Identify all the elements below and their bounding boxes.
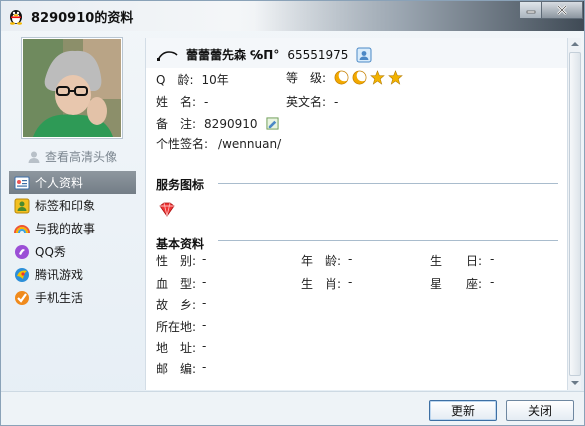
blood-type-value: -	[202, 275, 207, 289]
qq-number: 65551975	[287, 47, 349, 62]
vertical-scrollbar[interactable]	[567, 38, 581, 390]
section-divider	[218, 183, 558, 184]
qq-penguin-icon	[10, 10, 22, 25]
profile-card-icon	[14, 176, 30, 189]
basic-section-title: 基本资料	[156, 237, 205, 251]
sidebar-nav: 个人资料 标签和印象 与我的故事 QQ秀 腾讯游戏 手机生活	[9, 171, 136, 309]
edit-remark-icon[interactable]	[265, 117, 279, 130]
address-label: 地 址:	[156, 341, 197, 355]
hometown-label: 故 乡:	[156, 298, 197, 312]
contact-card-icon[interactable]	[356, 47, 372, 63]
scroll-up-button[interactable]	[568, 38, 582, 50]
english-name-label: 英文名:	[286, 95, 327, 109]
level-icons[interactable]	[334, 70, 403, 85]
scrollbar-thumb[interactable]	[569, 52, 581, 376]
qage-value: 10年	[201, 73, 229, 87]
name-label: 姓 名:	[156, 95, 197, 109]
scroll-down-button[interactable]	[568, 377, 582, 389]
section-divider	[218, 240, 558, 241]
avatar-frame[interactable]	[21, 37, 123, 139]
postcode-value: -	[202, 360, 207, 374]
sidebar-item-label: 标签和印象	[35, 199, 96, 213]
birthday-label: 生 日:	[430, 254, 483, 268]
signal-arc-icon	[157, 50, 178, 61]
sidebar-item-games[interactable]: 腾讯游戏	[9, 263, 136, 286]
sidebar-item-label: QQ秀	[35, 245, 66, 259]
footer-bar: 更新 关闭	[1, 391, 584, 425]
avatar-photo	[23, 39, 121, 137]
sidebar-item-mobile[interactable]: 手机生活	[9, 286, 136, 309]
blood-type-label: 血 型:	[156, 277, 197, 291]
sidebar-item-label: 个人资料	[35, 176, 84, 190]
view-hd-avatar-link[interactable]: 查看高清头像	[27, 148, 117, 165]
profile-window: 8290910的资料 查看高清头像 个人资料 标签和印象 与我的故事 QQ秀 腾…	[0, 0, 585, 426]
signature-row: 个性签名: /wennuan/	[156, 135, 281, 152]
english-name-value: -	[334, 95, 339, 109]
close-button[interactable]: 关闭	[506, 400, 574, 421]
signature-label: 个性签名:	[156, 137, 209, 151]
minimize-icon	[526, 10, 535, 14]
location-label: 所在地:	[156, 320, 197, 334]
location-value: -	[202, 318, 207, 332]
hometown-value: -	[202, 296, 207, 310]
name-value: -	[204, 95, 209, 109]
games-icon	[15, 267, 29, 282]
address-value: -	[202, 339, 207, 353]
star-level-icon	[388, 70, 403, 85]
tag-icon	[14, 198, 30, 213]
level-row: 等 级:	[286, 69, 403, 86]
constellation-label: 星 座:	[430, 277, 483, 291]
nickname-row: 蕾蕾蕾先森 ℅Π° 65551975	[156, 46, 372, 63]
english-name-row: 英文名: -	[286, 93, 338, 110]
service-diamond-icon[interactable]	[158, 202, 176, 217]
age-value: -	[348, 252, 353, 266]
sidebar-item-tags[interactable]: 标签和印象	[9, 194, 136, 217]
name-row: 姓 名: -	[156, 93, 208, 110]
sidebar-item-stories[interactable]: 与我的故事	[9, 217, 136, 240]
remark-label: 备 注:	[156, 117, 197, 131]
gender-label: 性 别:	[156, 254, 197, 268]
person-icon	[28, 151, 40, 163]
age-label: 年 龄:	[301, 254, 342, 268]
zodiac-value: -	[348, 275, 353, 289]
sidebar-item-label: 与我的故事	[35, 222, 96, 236]
level-label: 等 级:	[286, 71, 327, 85]
sidebar-item-profile[interactable]: 个人资料	[9, 171, 136, 194]
moon-level-icon	[352, 70, 368, 85]
title-bar[interactable]: 8290910的资料	[1, 1, 584, 31]
sidebar-item-label: 手机生活	[35, 291, 84, 305]
signature-value: /wennuan/	[218, 137, 282, 151]
sidebar-item-label: 腾讯游戏	[35, 268, 84, 282]
view-hd-avatar-label: 查看高清头像	[45, 150, 118, 164]
qage-label: Q 龄:	[156, 73, 194, 87]
constellation-value: -	[490, 275, 495, 289]
refresh-button[interactable]: 更新	[429, 400, 497, 421]
nickname: 蕾蕾蕾先森 ℅Π°	[186, 48, 280, 62]
mobile-check-icon	[15, 290, 29, 305]
window-title: 8290910的资料	[31, 11, 134, 26]
qage-row: Q 龄: 10年	[156, 71, 229, 88]
minimize-button[interactable]	[519, 1, 541, 19]
chevron-up-icon	[571, 42, 579, 46]
zodiac-label: 生 肖:	[301, 277, 342, 291]
close-icon	[557, 5, 567, 15]
rainbow-icon	[14, 224, 30, 233]
postcode-label: 邮 编:	[156, 362, 197, 376]
chevron-down-icon	[571, 381, 579, 385]
moon-level-icon	[334, 70, 350, 85]
birthday-value: -	[490, 252, 495, 266]
service-section-title: 服务图标	[156, 178, 205, 192]
remark-value: 8290910	[204, 116, 258, 131]
remark-row: 备 注: 8290910	[156, 115, 279, 132]
profile-main-panel: 蕾蕾蕾先森 ℅Π° 65551975 Q 龄:10年 等 级: 姓 名:-	[145, 38, 570, 390]
window-close-button[interactable]	[541, 1, 583, 19]
avatar	[23, 39, 121, 137]
qqshow-icon	[15, 244, 29, 259]
sidebar-item-qqshow[interactable]: QQ秀	[9, 240, 136, 263]
star-level-icon	[370, 70, 385, 85]
gender-value: -	[202, 252, 207, 266]
